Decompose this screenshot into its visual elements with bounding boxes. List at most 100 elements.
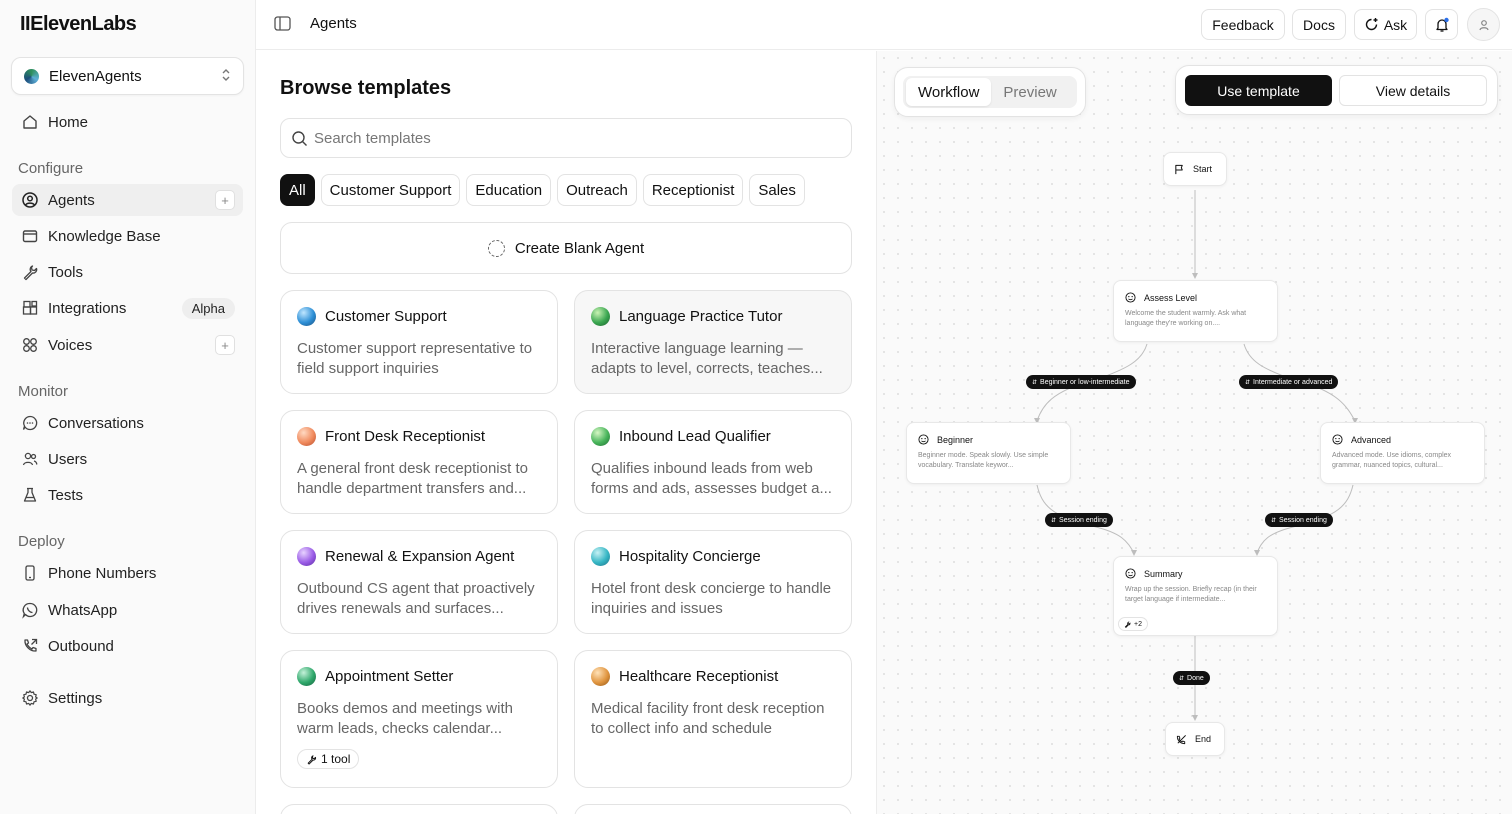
filter-receptionist[interactable]: Receptionist — [642, 174, 744, 206]
agent-node-icon — [1332, 434, 1343, 445]
chevron-updown-icon — [221, 68, 231, 84]
template-title: Hospitality Concierge — [619, 548, 761, 565]
edge-label-text: Beginner or low-intermediate — [1040, 378, 1130, 386]
edge-label-text: Session ending — [1279, 516, 1327, 524]
sidebar-item-settings[interactable]: Settings — [12, 682, 243, 714]
add-voice-button[interactable]: + — [215, 335, 235, 355]
avatar[interactable] — [1467, 8, 1500, 41]
workflow-canvas[interactable]: Workflow Preview Use template View detai… — [876, 51, 1512, 814]
tab-preview[interactable]: Preview — [991, 78, 1068, 106]
voices-grid-icon — [20, 335, 40, 355]
browse-templates-panel: Browse templates All Customer Support Ed… — [257, 51, 876, 814]
template-title: Appointment Setter — [325, 668, 454, 685]
template-card[interactable]: Front Desk Receptionist A general front … — [280, 410, 558, 514]
edge-label-beginner[interactable]: ⇵ Beginner or low-intermediate — [1026, 375, 1136, 389]
sidebar-item-label: Users — [48, 450, 88, 468]
brand-logo[interactable]: IIElevenLabs — [20, 13, 137, 36]
edge-label-session-left[interactable]: ⇵ Session ending — [1045, 513, 1113, 527]
template-card[interactable]: Language Practice Tutor Interactive lang… — [574, 290, 852, 394]
tool-count-badge: 1 tool — [297, 749, 360, 769]
filter-outreach[interactable]: Outreach — [557, 174, 637, 206]
phone-outgoing-icon — [20, 636, 40, 656]
add-agent-button[interactable]: + — [215, 190, 235, 210]
flag-icon — [1174, 164, 1185, 175]
node-title: Beginner — [937, 434, 974, 445]
template-card[interactable]: Appointment Setter Books demos and meeti… — [280, 650, 558, 788]
tab-workflow[interactable]: Workflow — [906, 78, 992, 106]
workflow-node-summary[interactable]: Summary Wrap up the session. Briefly rec… — [1113, 556, 1278, 636]
sidebar-item-users[interactable]: Users — [12, 443, 243, 475]
search-input[interactable] — [314, 129, 814, 147]
sidebar-item-voices[interactable]: Voices + — [12, 329, 243, 361]
sidebar-item-tests[interactable]: Tests — [12, 479, 243, 511]
template-card[interactable]: Inbound Lead Qualifier Qualifies inbound… — [574, 410, 852, 514]
template-card[interactable]: Hospitality Concierge Hotel front desk c… — [574, 530, 852, 634]
ask-sparkle-icon — [1364, 17, 1379, 32]
dashed-circle-icon — [487, 239, 505, 257]
agent-node-icon — [1125, 292, 1136, 303]
sidebar-item-label: WhatsApp — [48, 601, 118, 619]
filter-all[interactable]: All — [280, 174, 315, 206]
template-title: Customer Support — [325, 308, 447, 325]
phone-device-icon — [20, 563, 40, 583]
template-title: Front Desk Receptionist — [325, 428, 486, 445]
ask-button[interactable]: Ask — [1354, 9, 1417, 40]
workspace-switcher[interactable]: ElevenAgents — [11, 57, 244, 95]
sidebar-item-tools[interactable]: Tools — [12, 256, 243, 288]
node-tool-count: +2 — [1134, 620, 1142, 628]
edge-label-text: Intermediate or advanced — [1253, 378, 1333, 386]
sidebar-item-knowledge-base[interactable]: Knowledge Base — [12, 220, 243, 252]
view-details-button[interactable]: View details — [1339, 75, 1487, 106]
template-orb-icon — [297, 307, 316, 326]
template-description: Customer support representative to field… — [297, 340, 533, 377]
sidebar-item-conversations[interactable]: Conversations — [12, 407, 243, 439]
workflow-node-beginner[interactable]: Beginner Beginner mode. Speak slowly. Us… — [906, 422, 1071, 484]
template-card[interactable]: Healthcare Receptionist Medical facility… — [574, 650, 852, 788]
filter-sales[interactable]: Sales — [749, 174, 805, 206]
filter-education[interactable]: Education — [466, 174, 552, 206]
create-blank-agent-button[interactable]: Create Blank Agent — [280, 222, 852, 274]
users-icon — [20, 449, 40, 469]
search-box[interactable] — [280, 118, 852, 158]
workflow-node-advanced[interactable]: Advanced Advanced mode. Use idioms, comp… — [1320, 422, 1485, 484]
workflow-node-start[interactable]: Start — [1163, 152, 1227, 186]
node-title: Summary — [1144, 568, 1183, 579]
notifications-button[interactable] — [1425, 9, 1458, 40]
template-card[interactable]: Renewal & Expansion Agent Outbound CS ag… — [280, 530, 558, 634]
template-card[interactable] — [280, 804, 558, 814]
whatsapp-icon — [20, 600, 40, 620]
feedback-button[interactable]: Feedback — [1201, 9, 1285, 40]
edge-label-done[interactable]: ⇵ Done — [1173, 671, 1210, 685]
user-icon — [1477, 18, 1491, 32]
template-orb-icon — [297, 547, 316, 566]
sidebar-item-label: Tools — [48, 263, 84, 281]
filter-customer-support[interactable]: Customer Support — [320, 174, 461, 206]
sidebar-item-agents[interactable]: Agents + — [12, 184, 243, 216]
sidebar-toggle-icon[interactable] — [274, 16, 291, 31]
edge-label-session-right[interactable]: ⇵ Session ending — [1265, 513, 1333, 527]
docs-button[interactable]: Docs — [1292, 9, 1346, 40]
sidebar-item-label: Voices — [48, 336, 93, 354]
use-template-button[interactable]: Use template — [1185, 75, 1332, 106]
sidebar-item-integrations[interactable]: Integrations Alpha — [12, 292, 243, 324]
workflow-node-assess-level[interactable]: Assess Level Welcome the student warmly.… — [1113, 280, 1278, 342]
sidebar-item-label: Knowledge Base — [48, 227, 161, 245]
end-call-icon — [1176, 734, 1187, 745]
template-orb-icon — [591, 547, 610, 566]
alpha-badge: Alpha — [181, 297, 235, 319]
template-card[interactable]: Customer Support Customer support repres… — [280, 290, 558, 394]
template-card[interactable] — [574, 804, 852, 814]
sidebar-item-outbound[interactable]: Outbound — [12, 630, 243, 662]
create-blank-label: Create Blank Agent — [514, 239, 645, 257]
folder-icon — [20, 226, 40, 246]
sidebar-item-whatsapp[interactable]: WhatsApp — [12, 594, 243, 626]
edge-label-advanced[interactable]: ⇵ Intermediate or advanced — [1239, 375, 1339, 389]
sidebar-item-home[interactable]: Home — [12, 106, 243, 138]
template-orb-icon — [591, 307, 610, 326]
sidebar: IIElevenLabs ElevenAgents Home Configure… — [0, 0, 256, 814]
workflow-node-end[interactable]: End — [1165, 722, 1225, 756]
edge-condition-icon: ⇵ — [1179, 675, 1185, 682]
template-description: Outbound CS agent that proactively drive… — [297, 580, 535, 617]
sidebar-item-label: Outbound — [48, 637, 114, 655]
sidebar-item-phone-numbers[interactable]: Phone Numbers — [12, 557, 243, 589]
